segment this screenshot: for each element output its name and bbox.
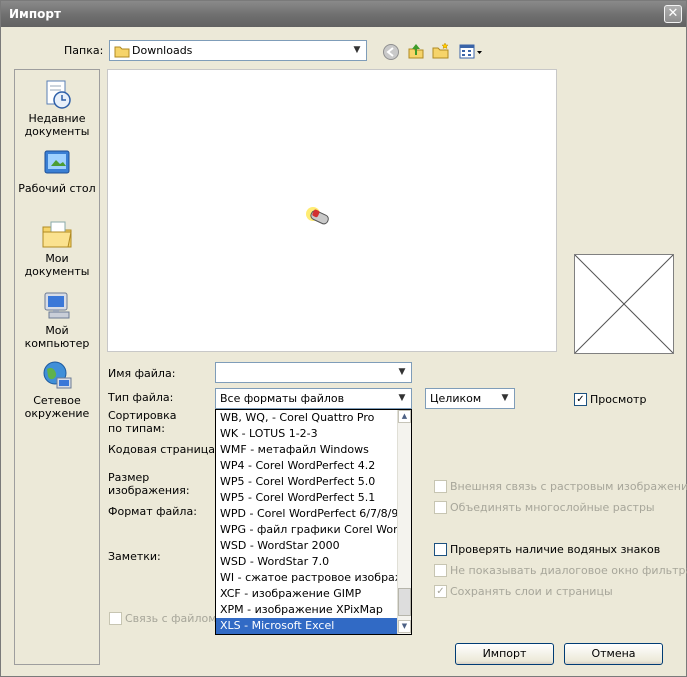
- list-scrollbar[interactable]: ▲ ▼: [397, 410, 411, 634]
- list-item[interactable]: WMF - метафайл Windows: [216, 442, 398, 458]
- chevron-down-icon[interactable]: ▼: [497, 390, 513, 407]
- place-my-computer[interactable]: Мой компьютер: [15, 290, 99, 350]
- place-label: Рабочий стол: [18, 182, 96, 195]
- sort-label-line1: Сортировка: [108, 409, 177, 422]
- folder-value: Downloads: [132, 44, 193, 57]
- scale-value: Целиком: [430, 392, 482, 405]
- my-computer-icon: [41, 290, 73, 322]
- folder-icon: [114, 46, 130, 58]
- place-label: Сетевое окружение: [24, 394, 90, 420]
- list-item[interactable]: XPM - изображение XPixMap: [216, 602, 398, 618]
- hide-filter-dialog-checkbox[interactable]: [434, 564, 447, 577]
- desktop-icon: [41, 148, 73, 180]
- file-list-pane[interactable]: [107, 69, 557, 352]
- scroll-thumb[interactable]: [398, 588, 411, 616]
- external-link-checkbox[interactable]: [434, 480, 447, 493]
- new-folder-icon[interactable]: [432, 42, 450, 60]
- list-item[interactable]: WP5 - Corel WordPerfect 5.0: [216, 474, 398, 490]
- window-title: Импорт: [9, 7, 61, 21]
- view-menu-icon[interactable]: [459, 43, 483, 61]
- list-item[interactable]: WP5 - Corel WordPerfect 5.1: [216, 490, 398, 506]
- places-bar: Недавние документы Рабочий стол Мои доку…: [14, 69, 100, 665]
- cancel-button[interactable]: Отмена: [564, 643, 663, 665]
- fileformat-label: Формат файла:: [108, 505, 197, 518]
- list-item[interactable]: XLS - Microsoft Excel: [216, 618, 398, 634]
- codepage-label: Кодовая страница:: [108, 443, 219, 456]
- recent-documents-icon: [41, 78, 73, 110]
- place-label: Мой компьютер: [24, 324, 90, 350]
- import-dialog: Импорт ✕ Папка: Downloads ▼ Недавние док…: [0, 0, 687, 677]
- loading-icon: [306, 207, 329, 225]
- preview-checkbox[interactable]: ✓: [574, 393, 587, 406]
- list-item[interactable]: WK - LOTUS 1-2-3: [216, 426, 398, 442]
- filetype-value: Все форматы файлов: [220, 392, 345, 405]
- place-my-documents[interactable]: Мои документы: [15, 218, 99, 278]
- notes-label: Заметки:: [108, 550, 161, 563]
- external-link-label: Внешняя связь с растровым изображением: [450, 480, 687, 493]
- scroll-up-icon[interactable]: ▲: [398, 410, 411, 423]
- preview-box: [574, 254, 674, 354]
- link-to-file-checkbox[interactable]: [109, 612, 122, 625]
- scroll-down-icon[interactable]: ▼: [398, 620, 411, 633]
- chevron-down-icon[interactable]: ▼: [349, 42, 365, 59]
- keep-layers-label: Сохранять слои и страницы: [450, 585, 613, 598]
- up-folder-icon[interactable]: [407, 42, 425, 60]
- folder-label: Папка:: [64, 44, 104, 57]
- list-item[interactable]: WPG - файл графики Corel WordPer: [216, 522, 398, 538]
- list-item[interactable]: WSD - WordStar 2000: [216, 538, 398, 554]
- keep-layers-checkbox[interactable]: ✓: [434, 585, 447, 598]
- check-watermarks-checkbox[interactable]: [434, 543, 447, 556]
- network-icon: [41, 360, 73, 392]
- folder-combo[interactable]: Downloads ▼: [109, 40, 367, 61]
- chevron-down-icon[interactable]: ▼: [394, 364, 410, 381]
- list-item[interactable]: WPD - Corel WordPerfect 6/7/8/9/10: [216, 506, 398, 522]
- scale-combo[interactable]: Целиком ▼: [425, 388, 515, 409]
- sort-label-line2: по типам:: [108, 422, 165, 435]
- filetype-label: Тип файла:: [108, 391, 174, 404]
- title-bar: Импорт ✕: [1, 1, 686, 27]
- link-to-file-label: Связь с файлом д: [125, 612, 228, 625]
- back-icon[interactable]: [382, 43, 400, 61]
- empty-preview-icon: [574, 254, 674, 354]
- imagesize-label-line2: изображения:: [108, 484, 190, 497]
- place-recent-documents[interactable]: Недавние документы: [15, 78, 99, 138]
- check-watermarks-label: Проверять наличие водяных знаков: [450, 543, 661, 556]
- place-network[interactable]: Сетевое окружение: [15, 360, 99, 420]
- close-button[interactable]: ✕: [664, 5, 682, 23]
- merge-layers-label: Объединять многослойные растры: [450, 501, 655, 514]
- filetype-dropdown-list[interactable]: WB, WQ, - Corel Quattro Pro WK - LOTUS 1-…: [215, 409, 412, 635]
- my-documents-icon: [41, 218, 73, 250]
- chevron-down-icon[interactable]: ▼: [394, 390, 410, 407]
- filetype-combo[interactable]: Все форматы файлов ▼: [215, 388, 412, 409]
- place-label: Мои документы: [24, 252, 90, 278]
- place-label: Недавние документы: [24, 112, 90, 138]
- import-button[interactable]: Импорт: [455, 643, 554, 665]
- list-item[interactable]: WB, WQ, - Corel Quattro Pro: [216, 410, 398, 426]
- imagesize-label-line1: Размер: [108, 471, 150, 484]
- filename-combo[interactable]: ▼: [215, 362, 412, 383]
- hide-filter-dialog-label: Не показывать диалоговое окно фильтра: [450, 564, 687, 577]
- list-item[interactable]: WP4 - Corel WordPerfect 4.2: [216, 458, 398, 474]
- list-item[interactable]: XCF - изображение GIMP: [216, 586, 398, 602]
- list-item[interactable]: WI - сжатое растровое изображени: [216, 570, 398, 586]
- merge-layers-checkbox[interactable]: [434, 501, 447, 514]
- place-desktop[interactable]: Рабочий стол: [15, 148, 99, 195]
- list-item[interactable]: WSD - WordStar 7.0: [216, 554, 398, 570]
- filename-label: Имя файла:: [108, 367, 176, 380]
- preview-label: Просмотр: [590, 393, 647, 406]
